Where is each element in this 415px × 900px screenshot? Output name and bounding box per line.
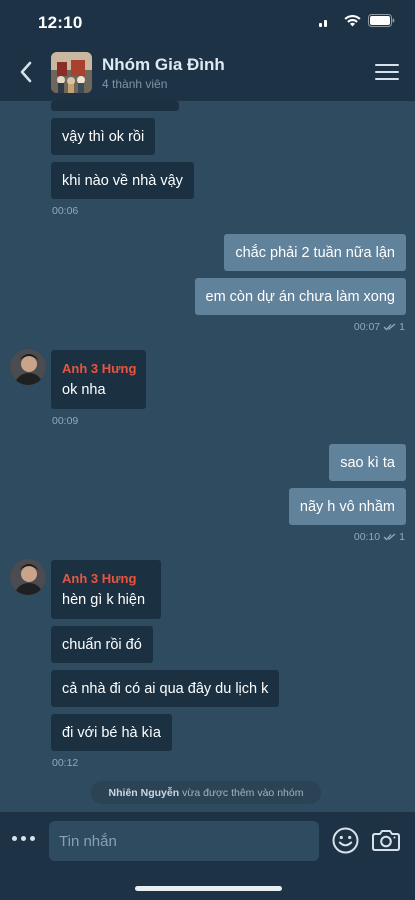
- emoji-button[interactable]: [332, 827, 359, 859]
- sender-name[interactable]: Anh 3 Hưng: [62, 361, 136, 376]
- read-check-icon: [383, 323, 396, 331]
- status-bar: 12:10: [0, 0, 415, 44]
- message-bubble-outgoing[interactable]: sao kì ta: [329, 444, 406, 481]
- group-avatar[interactable]: [51, 52, 92, 93]
- message-time-read: 00:10 1: [354, 531, 405, 543]
- back-icon: [20, 61, 32, 83]
- camera-icon: [372, 830, 400, 851]
- message-time: 00:09: [52, 415, 79, 427]
- group-member-count: 4 thành viên: [102, 77, 168, 91]
- avatar[interactable]: [10, 349, 46, 385]
- back-button[interactable]: [14, 58, 38, 86]
- message-bubble-outgoing[interactable]: em còn dự án chưa làm xong: [194, 278, 406, 315]
- message-bubble[interactable]: vậy thì ok rồi: [51, 118, 156, 155]
- message-text: chắc phải 2 tuần nữa lận: [235, 244, 395, 261]
- battery-icon: [368, 14, 395, 27]
- message-text: hèn gì k hiện: [62, 592, 146, 608]
- message-bubble[interactable]: Anh 3 Hưng ok nha: [51, 350, 146, 409]
- message-time: 00:10: [353, 531, 381, 543]
- message-text: em còn dự án chưa làm xong: [205, 288, 395, 305]
- read-check-icon: [383, 533, 396, 541]
- read-count: 1: [399, 531, 405, 543]
- message-time-read: 00:07 1: [354, 321, 405, 333]
- top-bar: 12:10 Nhóm Gia Đình 4 thành viên: [0, 0, 415, 101]
- message-text: ok nha: [62, 382, 106, 398]
- more-button[interactable]: [12, 836, 35, 841]
- emoji-icon: [332, 827, 359, 854]
- group-photo-icon: [51, 52, 92, 93]
- read-count: 1: [399, 321, 405, 333]
- chat-header: Nhóm Gia Đình 4 thành viên: [0, 44, 415, 101]
- message-text: đi với bé hà kìa: [62, 724, 161, 741]
- sender-name[interactable]: Anh 3 Hưng: [62, 571, 136, 586]
- message-text: chuẩn rồi đó: [62, 636, 142, 653]
- message-time: 00:12: [52, 757, 79, 769]
- message-bubble[interactable]: chuẩn rồi đó: [51, 626, 153, 663]
- status-time: 12:10: [38, 13, 83, 32]
- message-input[interactable]: [49, 821, 319, 861]
- message-bubble-partial[interactable]: [51, 101, 179, 111]
- message-bubble[interactable]: khi nào về nhà vậy: [51, 162, 194, 199]
- composer-bar: [0, 812, 415, 900]
- message-text: khi nào về nhà vậy: [62, 172, 183, 189]
- message-bubble[interactable]: cả nhà đi có ai qua đây du lịch k: [51, 670, 280, 707]
- message-bubble[interactable]: đi với bé hà kìa: [51, 714, 172, 751]
- system-notice-text: vừa được thêm vào nhóm: [182, 786, 304, 799]
- message-text: sao kì ta: [340, 454, 395, 471]
- message-time: 00:07: [353, 321, 381, 333]
- wifi-icon: [344, 14, 361, 27]
- avatar[interactable]: [10, 559, 46, 595]
- group-title[interactable]: Nhóm Gia Đình: [102, 55, 225, 75]
- message-time: 00:06: [52, 205, 79, 217]
- system-notice-name[interactable]: Nhiên Nguyễn: [109, 787, 180, 799]
- menu-button[interactable]: [375, 62, 399, 82]
- message-text: vậy thì ok rồi: [62, 128, 145, 145]
- system-notice: Nhiên Nguyễn vừa được thêm vào nhóm: [91, 781, 321, 804]
- status-icons: [319, 14, 395, 27]
- message-bubble-outgoing[interactable]: chắc phải 2 tuần nữa lận: [224, 234, 406, 271]
- message-bubble[interactable]: Anh 3 Hưng hèn gì k hiện: [51, 560, 161, 619]
- camera-button[interactable]: [372, 828, 400, 857]
- menu-icon: [375, 64, 399, 67]
- signal-icon: [319, 19, 327, 27]
- message-bubble-outgoing[interactable]: nãy h vô nhầm: [288, 488, 406, 525]
- person-avatar-icon: [10, 349, 46, 385]
- message-text: nãy h vô nhầm: [299, 498, 395, 515]
- more-icon: [12, 836, 17, 841]
- person-avatar-icon: [10, 559, 46, 595]
- message-text: cả nhà đi có ai qua đây du lịch k: [62, 680, 269, 697]
- home-indicator[interactable]: [135, 886, 282, 891]
